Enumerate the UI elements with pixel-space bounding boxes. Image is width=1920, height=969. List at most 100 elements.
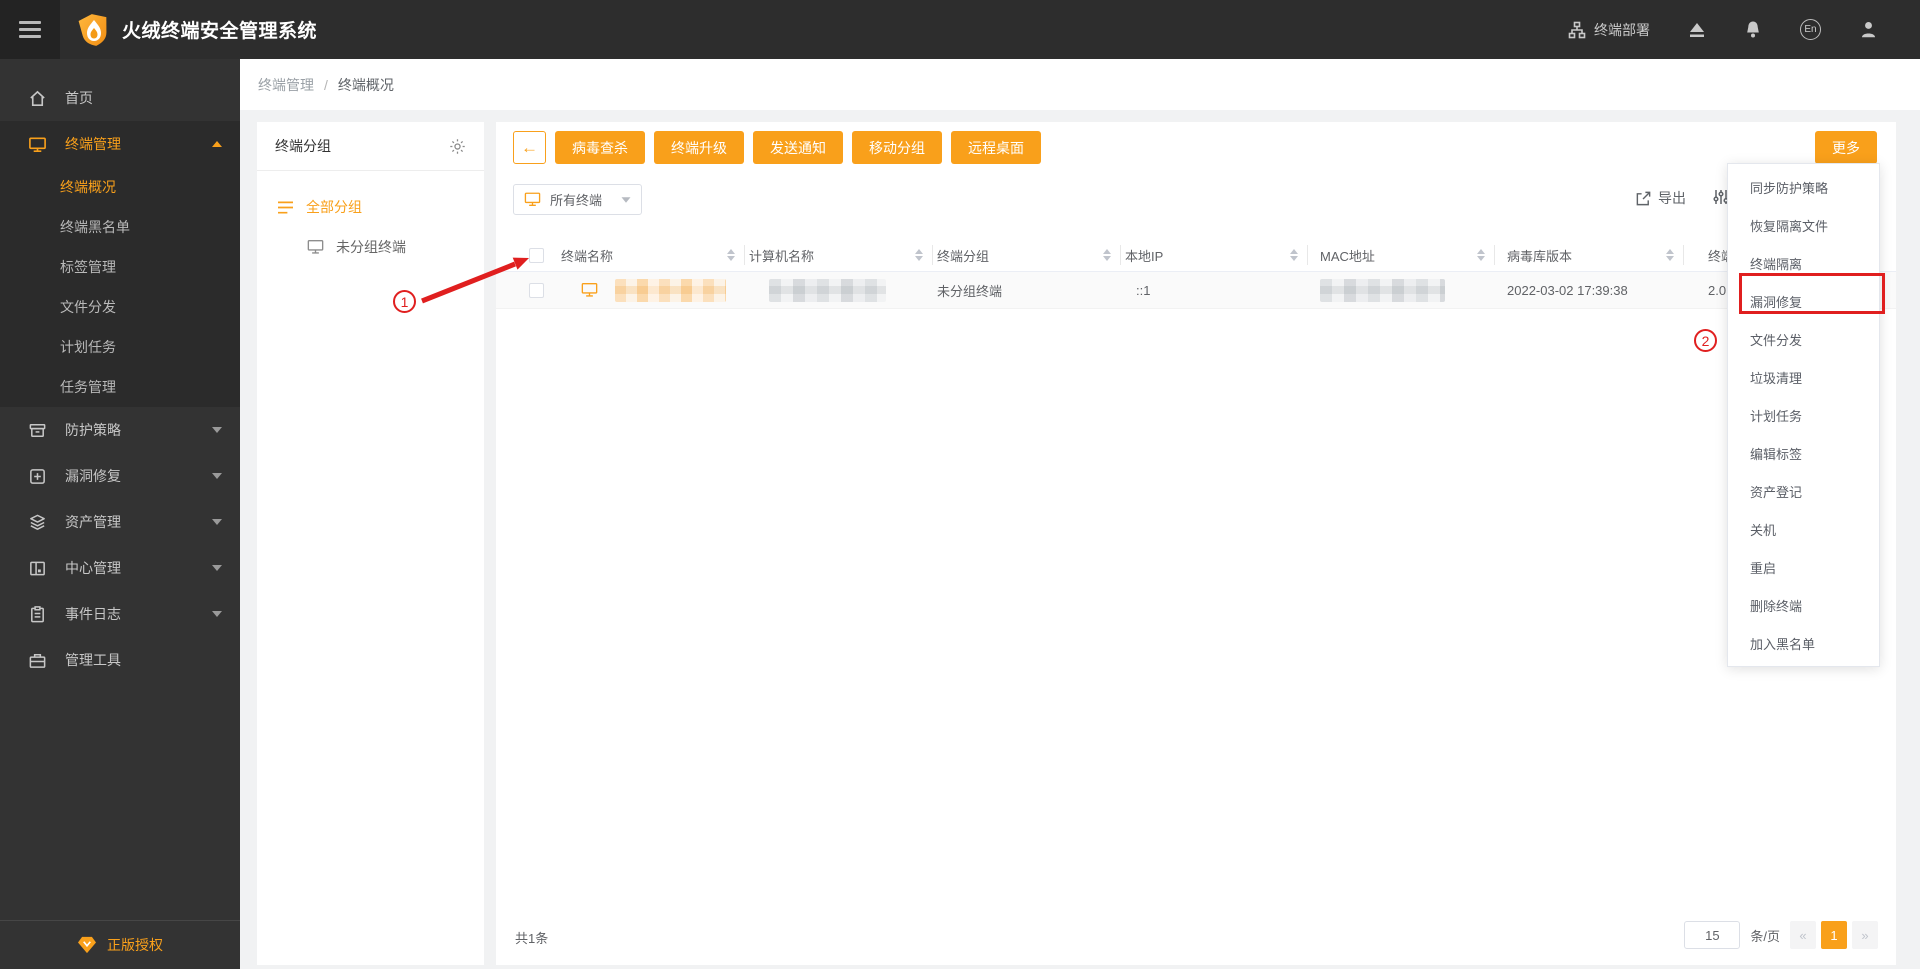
page-size-unit: 条/页 (1750, 928, 1780, 944)
upload-icon (1690, 22, 1704, 37)
remote-desktop-button[interactable]: 远程桌面 (951, 131, 1041, 164)
sidebar-item-asset-management[interactable]: 资产管理 (0, 499, 240, 545)
menu-item-vulnerability-fix[interactable]: 漏洞修复 (1728, 282, 1879, 320)
sidebar-item-home[interactable]: 首页 (0, 75, 240, 121)
sidebar-item-task-management[interactable]: 任务管理 (0, 367, 240, 407)
upgrade-button[interactable] (1688, 21, 1706, 39)
sidebar-item-center-management[interactable]: 中心管理 (0, 545, 240, 591)
export-button[interactable]: 导出 (1635, 188, 1686, 208)
menu-item-file-distribution[interactable]: 文件分发 (1728, 320, 1879, 358)
column-terminal-group[interactable]: 终端分组 (933, 245, 1121, 265)
menu-item-junk-clean[interactable]: 垃圾清理 (1728, 358, 1879, 396)
group-item-ungrouped[interactable]: 未分组终端 (257, 227, 484, 267)
column-local-ip[interactable]: 本地IP (1121, 245, 1308, 265)
management-tools-icon (29, 653, 46, 668)
sidebar-item-terminal-management[interactable]: 终端管理 (0, 121, 240, 167)
menu-item-restore-quarantine[interactable]: 恢复隔离文件 (1728, 206, 1879, 244)
column-mac-address[interactable]: MAC地址 (1308, 245, 1495, 265)
sidebar-item-label: 中心管理 (65, 560, 121, 576)
protection-policy-icon (29, 423, 46, 437)
breadcrumb-current: 终端概况 (337, 76, 394, 93)
column-computer-name[interactable]: 计算机名称 (745, 245, 933, 265)
chevron-up-icon (212, 141, 222, 147)
move-group-button[interactable]: 移动分组 (852, 131, 942, 164)
terminal-management-icon (29, 137, 46, 152)
filter-row: 所有终端 (513, 184, 642, 215)
sidebar-item-scheduled-tasks[interactable]: 计划任务 (0, 327, 240, 367)
sidebar-item-label: 资产管理 (65, 514, 121, 530)
virus-scan-button[interactable]: 病毒查杀 (555, 131, 645, 164)
chevron-down-icon (212, 427, 222, 433)
row-checkbox[interactable] (529, 282, 544, 298)
sidebar-item-label: 终端管理 (65, 136, 121, 152)
chevron-down-icon (212, 611, 222, 617)
select-all-checkbox[interactable] (529, 247, 544, 263)
sidebar-item-terminal-overview[interactable]: 终端概况 (0, 167, 240, 207)
topbar: 火绒终端安全管理系统 终端部署 En (0, 0, 1920, 59)
user-button[interactable] (1859, 20, 1878, 39)
send-notice-button[interactable]: 发送通知 (753, 131, 843, 164)
chevron-down-icon (212, 565, 222, 571)
sidebar-item-terminal-blacklist[interactable]: 终端黑名单 (0, 207, 240, 247)
prev-page-button[interactable]: « (1790, 921, 1816, 949)
sort-icon[interactable] (915, 249, 923, 261)
menu-item-asset-registration[interactable]: 资产登记 (1728, 472, 1879, 510)
page-1-button[interactable]: 1 (1821, 921, 1847, 949)
sidebar-item-label: 事件日志 (65, 606, 121, 622)
notifications-button[interactable] (1744, 20, 1762, 39)
page-size-select[interactable]: 15 (1684, 921, 1741, 949)
deploy-button[interactable]: 终端部署 (1568, 20, 1650, 40)
menu-toggle-button[interactable] (0, 0, 60, 59)
annotation-step-1: 1 (393, 290, 416, 313)
sort-icon[interactable] (727, 249, 735, 261)
menu-item-terminal-isolation[interactable]: 终端隔离 (1728, 244, 1879, 282)
sidebar-group-terminal-management: 终端管理 终端概况 终端黑名单 标签管理 文件分发 计划任务 任务管理 (0, 121, 240, 407)
sidebar-item-management-tools[interactable]: 管理工具 (0, 637, 240, 683)
back-button[interactable]: ← (513, 131, 546, 164)
huorong-logo (78, 13, 107, 46)
sidebar-item-file-distribution[interactable]: 文件分发 (0, 287, 240, 327)
language-button[interactable]: En (1800, 19, 1821, 40)
menu-item-shutdown[interactable]: 关机 (1728, 510, 1879, 548)
virus-db-version-cell: 2022-03-02 17:39:38 (1507, 282, 1628, 298)
table-row[interactable]: 未分组终端 ::1 2022-03-02 17:39:38 2.0.4 (496, 272, 1896, 309)
group-panel-title: 终端分组 (275, 138, 331, 154)
chevron-down-icon (621, 196, 631, 203)
group-item-label: 全部分组 (306, 199, 362, 215)
terminal-filter-value: 所有终端 (550, 193, 603, 208)
menu-item-edit-tags[interactable]: 编辑标签 (1728, 434, 1879, 472)
sort-icon[interactable] (1290, 249, 1298, 261)
terminal-upgrade-button[interactable]: 终端升级 (654, 131, 744, 164)
sort-icon[interactable] (1477, 249, 1485, 261)
sidebar-item-tag-management[interactable]: 标签管理 (0, 247, 240, 287)
terminal-group-cell: 未分组终端 (937, 283, 1003, 299)
column-virus-db-version[interactable]: 病毒库版本 (1495, 245, 1684, 265)
terminal-filter-select[interactable]: 所有终端 (513, 184, 642, 215)
sort-icon[interactable] (1103, 249, 1111, 261)
group-item-all[interactable]: 全部分组 (257, 187, 484, 227)
column-terminal-name[interactable]: 终端名称 (559, 245, 745, 265)
terminal-name-redacted (615, 278, 726, 302)
menu-item-scheduled-tasks[interactable]: 计划任务 (1728, 396, 1879, 434)
menu-item-restart[interactable]: 重启 (1728, 548, 1879, 586)
deploy-label: 终端部署 (1594, 21, 1650, 38)
menu-item-add-blacklist[interactable]: 加入黑名单 (1728, 624, 1879, 662)
menu-item-sync-policy[interactable]: 同步防护策略 (1728, 168, 1879, 206)
next-page-button[interactable]: » (1852, 921, 1878, 949)
topbar-actions: 终端部署 En (1568, 19, 1920, 40)
deploy-icon (1568, 21, 1586, 38)
group-settings-button[interactable] (449, 138, 466, 155)
sidebar-item-label: 漏洞修复 (65, 468, 121, 484)
sidebar-item-event-log[interactable]: 事件日志 (0, 591, 240, 637)
more-button[interactable]: 更多 (1815, 131, 1877, 164)
mac-address-redacted (1320, 278, 1445, 302)
sort-icon[interactable] (1666, 249, 1674, 261)
license-badge[interactable]: 正版授权 (0, 920, 240, 969)
menu-item-delete-terminal[interactable]: 删除终端 (1728, 586, 1879, 624)
sidebar-item-protection-policy[interactable]: 防护策略 (0, 407, 240, 453)
sidebar-item-vulnerability-fix[interactable]: 漏洞修复 (0, 453, 240, 499)
local-ip-cell: ::1 (1136, 282, 1151, 298)
breadcrumb-parent[interactable]: 终端管理 (258, 75, 314, 95)
pagination: 共1条 15 条/页 « 1 » (496, 921, 1896, 951)
back-icon: ← (521, 137, 538, 157)
